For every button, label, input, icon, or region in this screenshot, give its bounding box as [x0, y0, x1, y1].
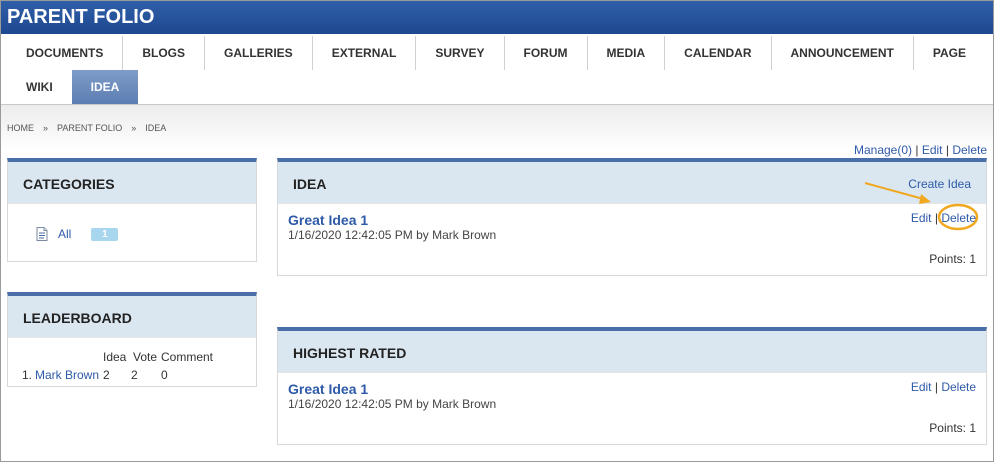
tab-external[interactable]: EXTERNAL [313, 36, 417, 70]
highest-rated-title: HIGHEST RATED [293, 345, 407, 361]
highest-rated-item-title[interactable]: Great Idea 1 [288, 381, 368, 397]
category-label[interactable]: All [58, 227, 71, 241]
tab-wiki[interactable]: WIKI [7, 70, 72, 104]
idea-item-actions: Edit | Delete [911, 211, 976, 225]
idea-points: Points: 1 [929, 252, 976, 266]
highest-rated-delete-link[interactable]: Delete [941, 380, 976, 394]
leaderboard-rank: 1. [22, 368, 33, 382]
manage-link[interactable]: Manage(0) [854, 143, 912, 157]
tab-idea[interactable]: IDEA [71, 70, 139, 104]
column-header-vote: Vote [133, 350, 158, 364]
highest-rated-item-actions: Edit | Delete [911, 380, 976, 394]
leaderboard-header: LEADERBOARD [8, 296, 256, 338]
leaderboard-title: LEADERBOARD [23, 310, 132, 326]
site-header: PARENT FOLIO [1, 1, 993, 34]
action-separator: | [945, 143, 949, 157]
highest-rated-points: Points: 1 [929, 421, 976, 435]
edit-link[interactable]: Edit [922, 143, 943, 157]
tab-calendar[interactable]: CALENDAR [665, 36, 772, 70]
category-count-badge: 1 [91, 227, 119, 241]
categories-header: CATEGORIES [8, 162, 256, 204]
highest-rated-header: HIGHEST RATED [278, 331, 986, 373]
top-actions: Manage(0) | Edit | Delete [854, 143, 987, 157]
categories-title: CATEGORIES [23, 176, 115, 192]
action-separator: | [934, 380, 938, 394]
breadcrumb-current: IDEA [145, 123, 167, 133]
leaderboard-panel: LEADERBOARD Idea Vote Comment 1. Mark Br… [7, 292, 257, 387]
column-header-idea: Idea [103, 350, 127, 364]
tab-galleries[interactable]: GALLERIES [205, 36, 313, 70]
idea-delete-link[interactable]: Delete [941, 211, 976, 225]
nav-row-2: WIKI IDEA [7, 70, 139, 104]
highest-rated-panel: HIGHEST RATED Great Idea 1 1/16/2020 12:… [277, 327, 987, 445]
breadcrumb: HOME » PARENT FOLIO » IDEA [7, 123, 166, 133]
breadcrumb-separator: » [131, 123, 137, 133]
nav-row-1: DOCUMENTS BLOGS GALLERIES EXTERNAL SURVE… [7, 36, 985, 70]
tab-media[interactable]: MEDIA [588, 36, 666, 70]
tab-documents[interactable]: DOCUMENTS [7, 36, 124, 70]
site-title: PARENT FOLIO [7, 6, 155, 28]
idea-panel: IDEA Create Idea Great Idea 1 1/16/2020 … [277, 158, 987, 276]
tab-announcement[interactable]: ANNOUNCEMENT [772, 36, 914, 70]
action-separator: | [915, 143, 919, 157]
idea-header: IDEA Create Idea [278, 162, 986, 204]
create-idea-link[interactable]: Create Idea [908, 177, 971, 191]
idea-title: IDEA [293, 176, 327, 192]
main-nav: DOCUMENTS BLOGS GALLERIES EXTERNAL SURVE… [1, 34, 993, 105]
breadcrumb-band: HOME » PARENT FOLIO » IDEA [1, 105, 993, 151]
breadcrumb-home[interactable]: HOME [7, 123, 34, 133]
leaderboard-user-link[interactable]: Mark Brown [35, 368, 99, 382]
categories-panel: CATEGORIES All 1 [7, 158, 257, 262]
idea-item-meta: 1/16/2020 12:42:05 PM by Mark Brown [288, 228, 497, 242]
action-separator: | [934, 211, 938, 225]
highest-rated-item-meta: 1/16/2020 12:42:05 PM by Mark Brown [288, 397, 497, 411]
delete-link[interactable]: Delete [952, 143, 987, 157]
column-header-comment: Comment [161, 350, 214, 364]
leaderboard-comment-count: 0 [161, 368, 168, 382]
highest-rated-edit-link[interactable]: Edit [911, 380, 932, 394]
document-icon [36, 227, 48, 241]
breadcrumb-parent[interactable]: PARENT FOLIO [57, 123, 122, 133]
breadcrumb-separator: » [43, 123, 49, 133]
idea-edit-link[interactable]: Edit [911, 211, 932, 225]
category-item-all[interactable]: All 1 [36, 227, 119, 241]
idea-item-title[interactable]: Great Idea 1 [288, 212, 368, 228]
leaderboard-idea-count: 2 [103, 368, 110, 382]
tab-blogs[interactable]: BLOGS [123, 36, 206, 70]
tab-forum[interactable]: FORUM [505, 36, 588, 70]
leaderboard-vote-count: 2 [131, 368, 138, 382]
tab-page[interactable]: PAGE [914, 36, 985, 70]
tab-survey[interactable]: SURVEY [416, 36, 505, 70]
